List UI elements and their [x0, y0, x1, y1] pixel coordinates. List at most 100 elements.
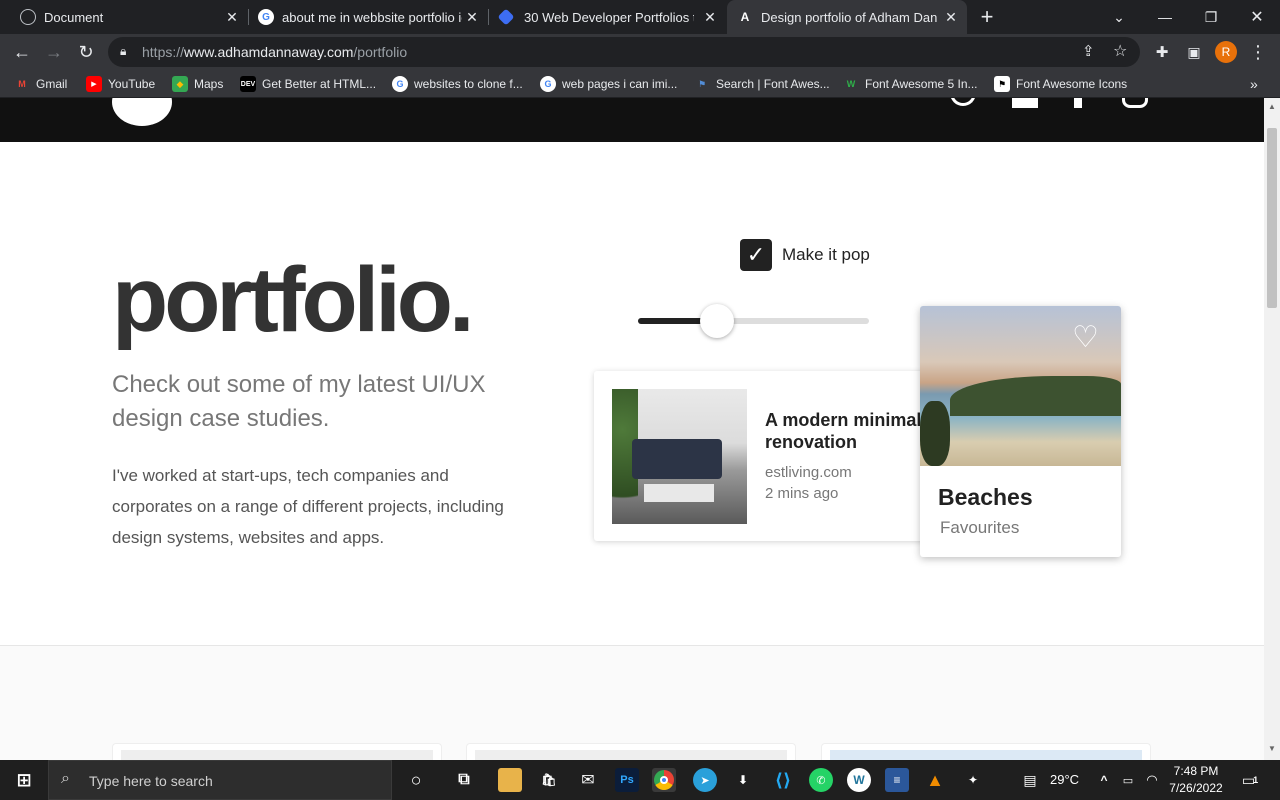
taskbar-search[interactable]: ⌕ Type here to search [48, 760, 392, 800]
address-bar[interactable]: 🔒︎ https://www.adhamdannaway.com/portfol… [108, 37, 1140, 67]
new-tab-icon[interactable]: + [964, 0, 1010, 34]
slider-track[interactable] [638, 318, 869, 324]
dev-icon: DEV [240, 76, 256, 92]
file-explorer-icon[interactable] [498, 768, 522, 792]
weather-temperature[interactable]: 29°C [1050, 772, 1079, 787]
mail-icon[interactable]: ✉ [576, 768, 600, 792]
telegram-icon[interactable]: ➤ [693, 768, 717, 792]
gmail-icon: M [18, 79, 26, 89]
tab-title: 30 Web Developer Portfolios to In [524, 9, 694, 25]
w-icon: W [846, 79, 856, 89]
google-icon: G [392, 76, 408, 92]
tray-chevron-icon[interactable]: ^ [1092, 768, 1116, 792]
diamond-icon [497, 8, 515, 26]
scrollbar-thumb[interactable] [1267, 128, 1277, 308]
close-tab-icon[interactable]: ✕ [224, 9, 240, 25]
slider-thumb[interactable] [700, 304, 734, 338]
app-icon[interactable]: ✦ [961, 768, 985, 792]
tab-portfolios[interactable]: 30 Web Developer Portfolios to In ✕ [488, 0, 726, 34]
case-study-tile[interactable] [821, 743, 1151, 760]
forward-icon[interactable]: → [40, 38, 68, 66]
battery-icon[interactable]: ▭ [1116, 768, 1140, 792]
reload-icon[interactable]: ↻ [72, 38, 100, 66]
google-icon: G [258, 9, 274, 25]
scroll-up-icon[interactable]: ▲ [1268, 102, 1276, 111]
bookmark-font-awesome-search[interactable]: ⚑ Search | Font Awes... [694, 70, 830, 98]
flag-icon: ⚑ [697, 78, 707, 89]
maps-icon: ◆ [172, 76, 188, 92]
hero-subtitle: Check out some of my latest UI/UX design… [112, 371, 486, 432]
bookmark-maps[interactable]: ◆ Maps [172, 70, 223, 98]
bookmark-html[interactable]: DEV Get Better at HTML... [240, 70, 376, 98]
url-text: https://www.adhamdannaway.com/portfolio [142, 44, 408, 60]
hero-description: I've worked at start-ups, tech companies… [112, 466, 504, 547]
case-study-tile[interactable] [466, 743, 796, 760]
adham-logo-icon: A [740, 10, 750, 24]
clock[interactable]: 7:48 PM 7/26/2022 [1166, 763, 1226, 797]
word-icon[interactable]: ≡ [885, 768, 909, 792]
app-icon[interactable]: ⬇ [731, 768, 755, 792]
tab-title: about me in webbsite portfolio id [282, 9, 462, 25]
globe-icon [20, 9, 36, 25]
browser-toolbar: ← → ↻ 🔒︎ https://www.adhamdannaway.com/p… [0, 34, 1280, 70]
clock-date: 7/26/2022 [1169, 781, 1223, 795]
notification-icon[interactable]: ▭ 1 [1238, 768, 1262, 792]
menu-kebab-icon[interactable]: ⋮ [1244, 38, 1272, 66]
cortana-icon[interactable]: ○ [404, 768, 428, 792]
bookmark-font-awesome-icons[interactable]: ⚑ Font Awesome Icons [994, 70, 1127, 98]
close-tab-icon[interactable]: ✕ [702, 9, 718, 25]
share-icon[interactable]: ⇪ [1082, 42, 1095, 60]
google-icon: G [540, 76, 556, 92]
lock-icon[interactable]: 🔒︎ [120, 44, 126, 59]
whatsapp-icon[interactable]: ✆ [809, 768, 833, 792]
task-view-icon[interactable]: ⧉ [452, 768, 476, 792]
side-panel-icon[interactable]: ▣ [1180, 38, 1208, 66]
windows-start-icon[interactable]: ⊞ [12, 768, 36, 792]
instagram-icon[interactable] [1122, 98, 1148, 108]
article-source: estliving.com [765, 464, 852, 481]
bookmark-star-icon[interactable]: ☆ [1113, 41, 1127, 61]
close-tab-icon[interactable]: ✕ [464, 9, 480, 25]
clock-time: 7:48 PM [1173, 764, 1219, 778]
facebook-icon[interactable] [1074, 98, 1082, 108]
wordpress-icon[interactable]: W [847, 768, 871, 792]
beach-image: ♡ [920, 306, 1121, 466]
restore-icon[interactable]: ❐ [1188, 0, 1234, 34]
tab-about-me[interactable]: G about me in webbsite portfolio id ✕ [248, 0, 488, 34]
site-logo[interactable] [112, 98, 172, 126]
heart-icon[interactable]: ♡ [1072, 320, 1099, 355]
card-subtitle: Favourites [940, 518, 1020, 537]
article-time: 2 mins ago [765, 485, 839, 502]
bookmark-web-pages[interactable]: Gweb pages i can imi... [540, 70, 677, 98]
make-it-pop-checkbox[interactable]: ✓ [740, 239, 772, 271]
profile-avatar[interactable]: R [1212, 38, 1240, 66]
beaches-card[interactable]: ♡ Beaches Favourites [920, 306, 1121, 557]
tab-search-chevron-icon[interactable]: ⌄ [1096, 0, 1142, 34]
minimize-icon[interactable]: — [1142, 0, 1188, 34]
tab-adham-portfolio[interactable]: A Design portfolio of Adham Danna ✕ [727, 0, 967, 34]
scrollbar[interactable]: ▲ ▼ [1264, 98, 1280, 760]
bookmarks-bar: M Gmail ▶ YouTube ◆ Maps DEV Get Better at H… [0, 70, 1280, 98]
news-icon[interactable]: ▤ [1018, 768, 1042, 792]
vlc-icon[interactable]: ▲ [923, 768, 947, 792]
photoshop-icon[interactable]: Ps [615, 768, 639, 792]
bookmark-font-awesome-5[interactable]: W Font Awesome 5 In... [843, 70, 978, 98]
case-study-tile[interactable] [112, 743, 442, 760]
extensions-icon[interactable]: ✚ [1148, 38, 1176, 66]
vscode-icon[interactable]: ⟨⟩ [771, 768, 795, 792]
bookmark-gmail[interactable]: M Gmail [14, 70, 67, 98]
wifi-icon[interactable]: ◠ [1140, 768, 1164, 792]
back-icon[interactable]: ← [8, 38, 36, 66]
chrome-icon[interactable] [652, 768, 676, 792]
linkedin-icon[interactable] [1012, 98, 1038, 108]
close-tab-icon[interactable]: ✕ [943, 9, 959, 25]
store-icon[interactable]: 🛍︎ [537, 768, 561, 792]
scroll-down-icon[interactable]: ▼ [1268, 744, 1276, 753]
bookmark-youtube[interactable]: ▶ YouTube [86, 70, 155, 98]
tab-document[interactable]: Document ✕ [0, 0, 248, 34]
dribbble-icon[interactable] [950, 98, 976, 106]
close-window-icon[interactable]: ✕ [1234, 0, 1280, 34]
bookmark-websites-clone[interactable]: Gwebsites to clone f... [392, 70, 523, 98]
bookmarks-overflow-icon[interactable]: » [1250, 70, 1258, 98]
article-card[interactable]: A modern minimal renovation estliving.co… [594, 371, 934, 541]
